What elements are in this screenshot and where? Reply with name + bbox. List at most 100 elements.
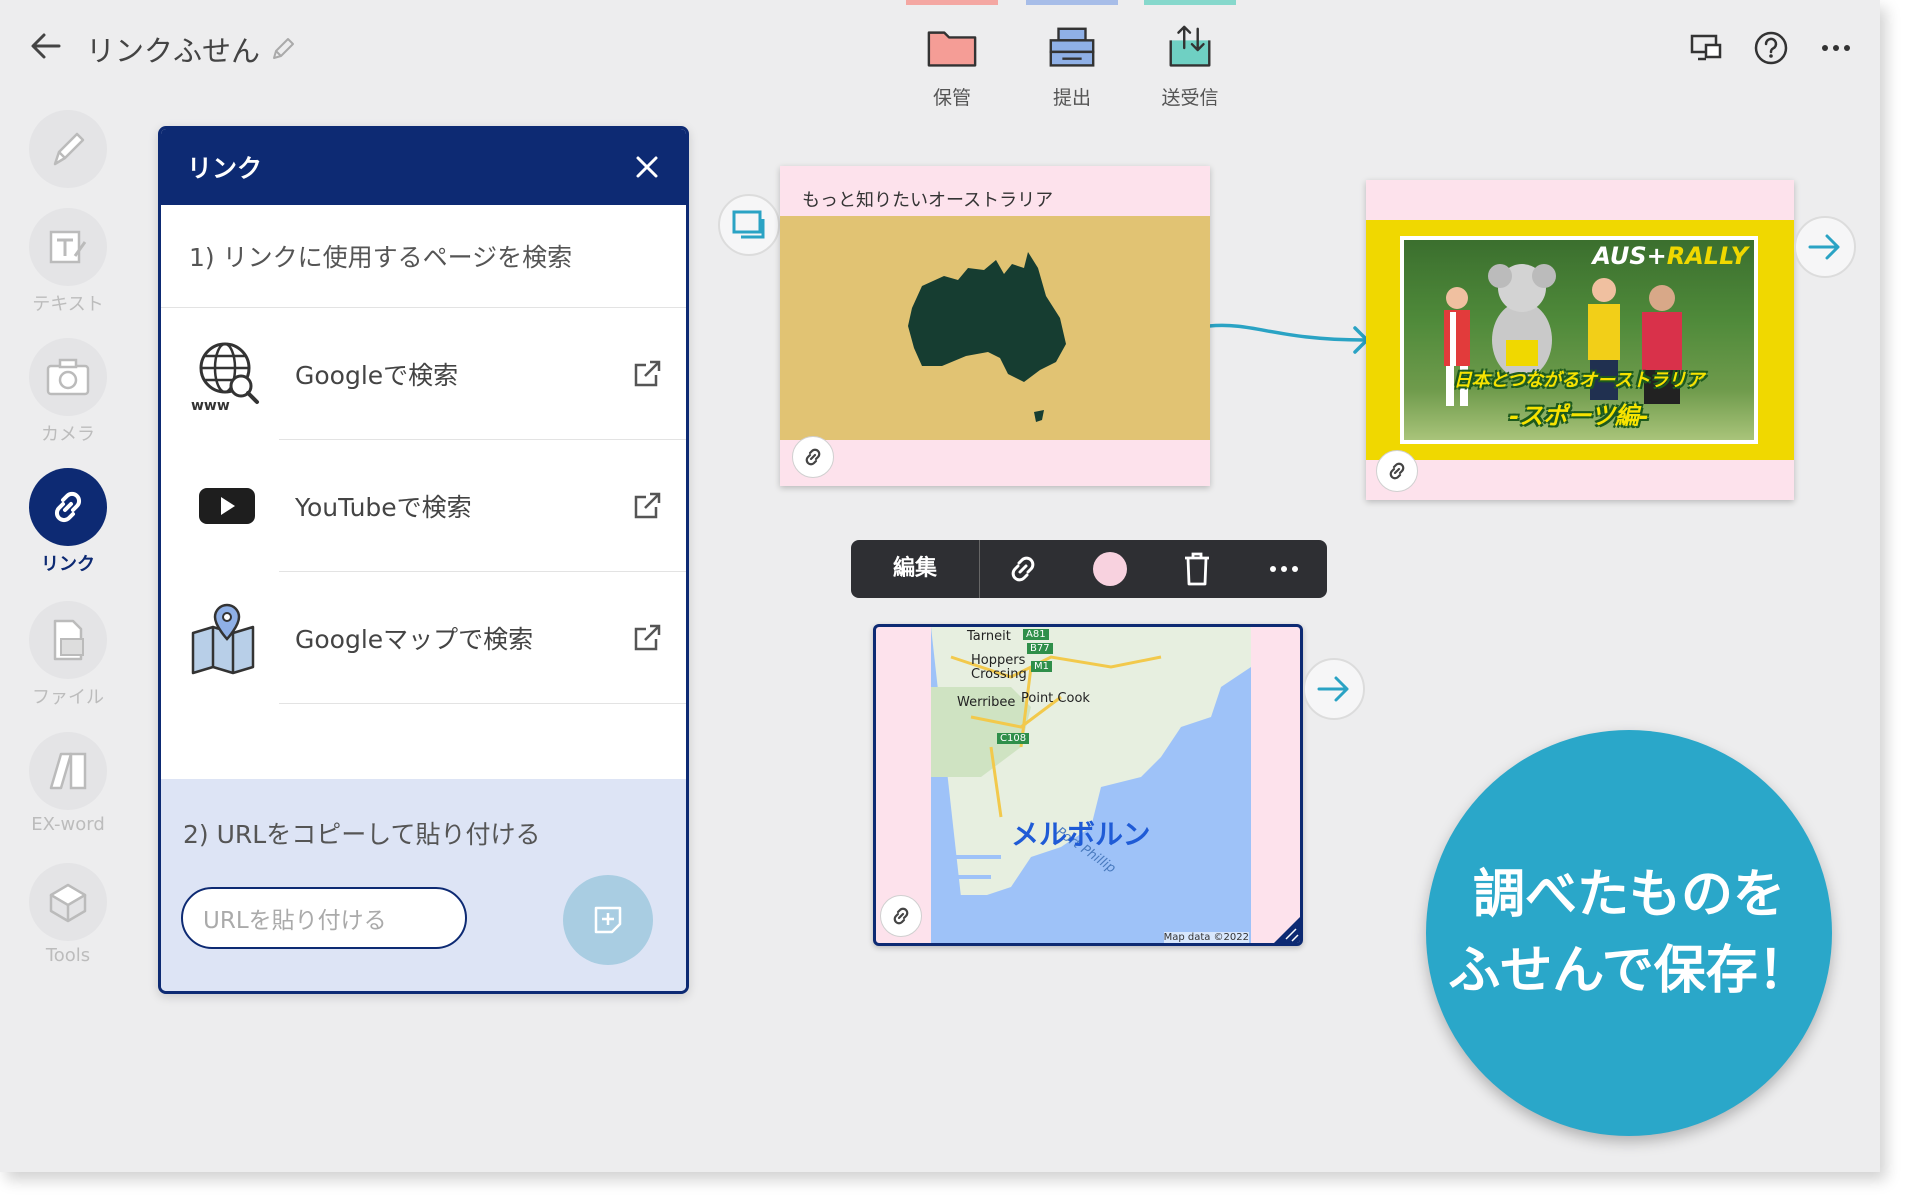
external-link-icon [634, 360, 661, 387]
promo-line2: ふせんで保存！ [1448, 941, 1810, 1001]
app-window: リンクふせん 保管 提出 送受信 テキスト カメラ リンク ファイル EX-wo… [0, 0, 1880, 1172]
back-button[interactable] [22, 22, 70, 70]
folder-icon [927, 31, 977, 67]
road-badge-a81: A81 [1023, 629, 1049, 640]
arrow-right-icon [1808, 234, 1840, 260]
board-title[interactable]: リンクふせん [86, 28, 298, 70]
tab-send-receive[interactable]: 送受信 [1130, 0, 1250, 110]
link-icon [1389, 462, 1405, 480]
google-maps-search-option[interactable]: Googleマップで検索 [161, 572, 686, 704]
camera-icon [46, 358, 90, 396]
tab-submit-label: 提出 [1052, 87, 1091, 109]
sticky-card-video[interactable]: AUS+RALLY 日本とつながるオーストラリア -スポーツ編- [1366, 180, 1794, 500]
video-logo: AUS+RALLY [1592, 242, 1748, 270]
url-input[interactable]: URLを貼り付ける [181, 887, 467, 949]
card-next-connector[interactable] [1794, 216, 1856, 278]
card-link-badge[interactable] [792, 436, 834, 478]
rail-item-pen[interactable] [26, 110, 110, 188]
arrow-right-icon [1317, 676, 1349, 702]
rail-link-circle [29, 468, 107, 546]
card-screen-connector[interactable] [718, 194, 780, 256]
rail-exword-label: EX-word [31, 814, 105, 835]
paste-url-button[interactable] [563, 875, 653, 965]
rail-link-label: リンク [41, 554, 95, 575]
link-panel-header: リンク [161, 129, 686, 205]
youtube-search-option[interactable]: YouTubeで検索 [161, 440, 686, 572]
row-divider [279, 703, 686, 704]
screen-icon [732, 210, 765, 239]
video-title-line1: 日本とつながるオーストラリア [1453, 370, 1705, 391]
map-image: Tarneit Hoppers Crossing Werribee Point … [931, 627, 1251, 943]
edit-button[interactable]: 編集 [851, 540, 980, 598]
rail-exword-circle [29, 732, 107, 810]
video-logo-rally: RALLY [1666, 242, 1748, 270]
more-horizontal-icon [1822, 45, 1850, 51]
tab-storage[interactable]: 保管 [892, 0, 1012, 110]
video-frame: AUS+RALLY 日本とつながるオーストラリア -スポーツ編- [1400, 236, 1758, 444]
australia-caption: もっと知りたいオーストラリア [802, 190, 1054, 211]
link-icon [893, 907, 909, 925]
sticky-card-map[interactable]: Tarneit Hoppers Crossing Werribee Point … [873, 624, 1303, 946]
web-search-icon: www [191, 342, 259, 412]
map-credit: Map data ©2022 [1163, 932, 1249, 943]
pencil-icon[interactable] [268, 34, 298, 64]
rail-item-camera[interactable]: カメラ [26, 338, 110, 446]
card-link-badge[interactable] [1376, 450, 1418, 492]
link-button[interactable] [980, 540, 1067, 598]
google-search-option[interactable]: www Googleで検索 [161, 308, 686, 440]
australia-image [780, 216, 1210, 440]
video-logo-plus: + [1646, 242, 1667, 270]
rail-item-file[interactable]: ファイル [26, 601, 110, 709]
help-button[interactable] [1751, 28, 1791, 68]
tab-storage-label: 保管 [932, 87, 971, 109]
back-arrow-icon [31, 33, 61, 59]
more-options-button[interactable] [1240, 540, 1327, 598]
google-search-label: Googleで検索 [295, 361, 459, 390]
rail-item-link[interactable]: リンク [26, 468, 110, 576]
rail-item-exword[interactable]: EX-word [26, 732, 110, 835]
rail-text-label: テキスト [32, 294, 104, 315]
rail-item-text[interactable]: テキスト [26, 208, 110, 316]
resize-handle-icon[interactable] [1274, 917, 1300, 943]
external-link-icon [634, 624, 661, 651]
monitor-icon [1690, 34, 1722, 61]
external-link-icon [634, 492, 661, 519]
map-label-tarneit: Tarneit [967, 629, 1011, 644]
video-title-line2: -スポーツ編- [1509, 402, 1649, 430]
card-context-toolbar: 編集 [851, 540, 1327, 598]
rail-text-circle [29, 208, 107, 286]
australia-map-icon [908, 252, 1066, 422]
rail-item-tools[interactable]: Tools [26, 863, 110, 966]
tab-submit[interactable]: 提出 [1012, 0, 1132, 110]
card-link-badge[interactable] [880, 895, 922, 937]
rail-file-label: ファイル [32, 687, 104, 708]
display-mode-button[interactable] [1686, 28, 1726, 68]
video-logo-aus: AUS [1592, 242, 1647, 270]
rail-camera-label: カメラ [41, 424, 95, 445]
close-icon[interactable] [634, 154, 660, 180]
text-icon [49, 230, 87, 264]
delete-button[interactable] [1154, 540, 1241, 598]
road-badge-b77: B77 [1027, 643, 1053, 654]
more-menu-button[interactable] [1816, 28, 1856, 68]
color-button[interactable] [1067, 540, 1154, 598]
help-icon [1754, 31, 1788, 65]
trash-icon [1184, 552, 1209, 586]
connection-arrow [1207, 323, 1369, 354]
map-label-point-cook: Point Cook [1021, 691, 1090, 706]
video-thumbnail: AUS+RALLY 日本とつながるオーストラリア -スポーツ編- [1366, 220, 1794, 460]
rail-tools-circle [29, 863, 107, 941]
storage-accent-bar [906, 0, 998, 5]
link-panel-title: リンク [187, 154, 263, 183]
add-sticky-icon [594, 906, 622, 934]
color-swatch [1093, 552, 1128, 586]
board-title-text: リンクふせん [86, 34, 261, 68]
link-icon [1012, 556, 1035, 582]
sticky-card-australia[interactable]: もっと知りたいオーストラリア [780, 166, 1210, 486]
more-horizontal-icon [1269, 566, 1298, 572]
card-next-connector[interactable] [1303, 658, 1365, 720]
rail-camera-circle [29, 338, 107, 416]
link-panel: リンク 1) リンクに使用するページを検索 www Googleで検索 YouT… [158, 126, 689, 994]
rail-tools-label: Tools [45, 945, 91, 966]
road-badge-m1: M1 [1031, 661, 1052, 672]
